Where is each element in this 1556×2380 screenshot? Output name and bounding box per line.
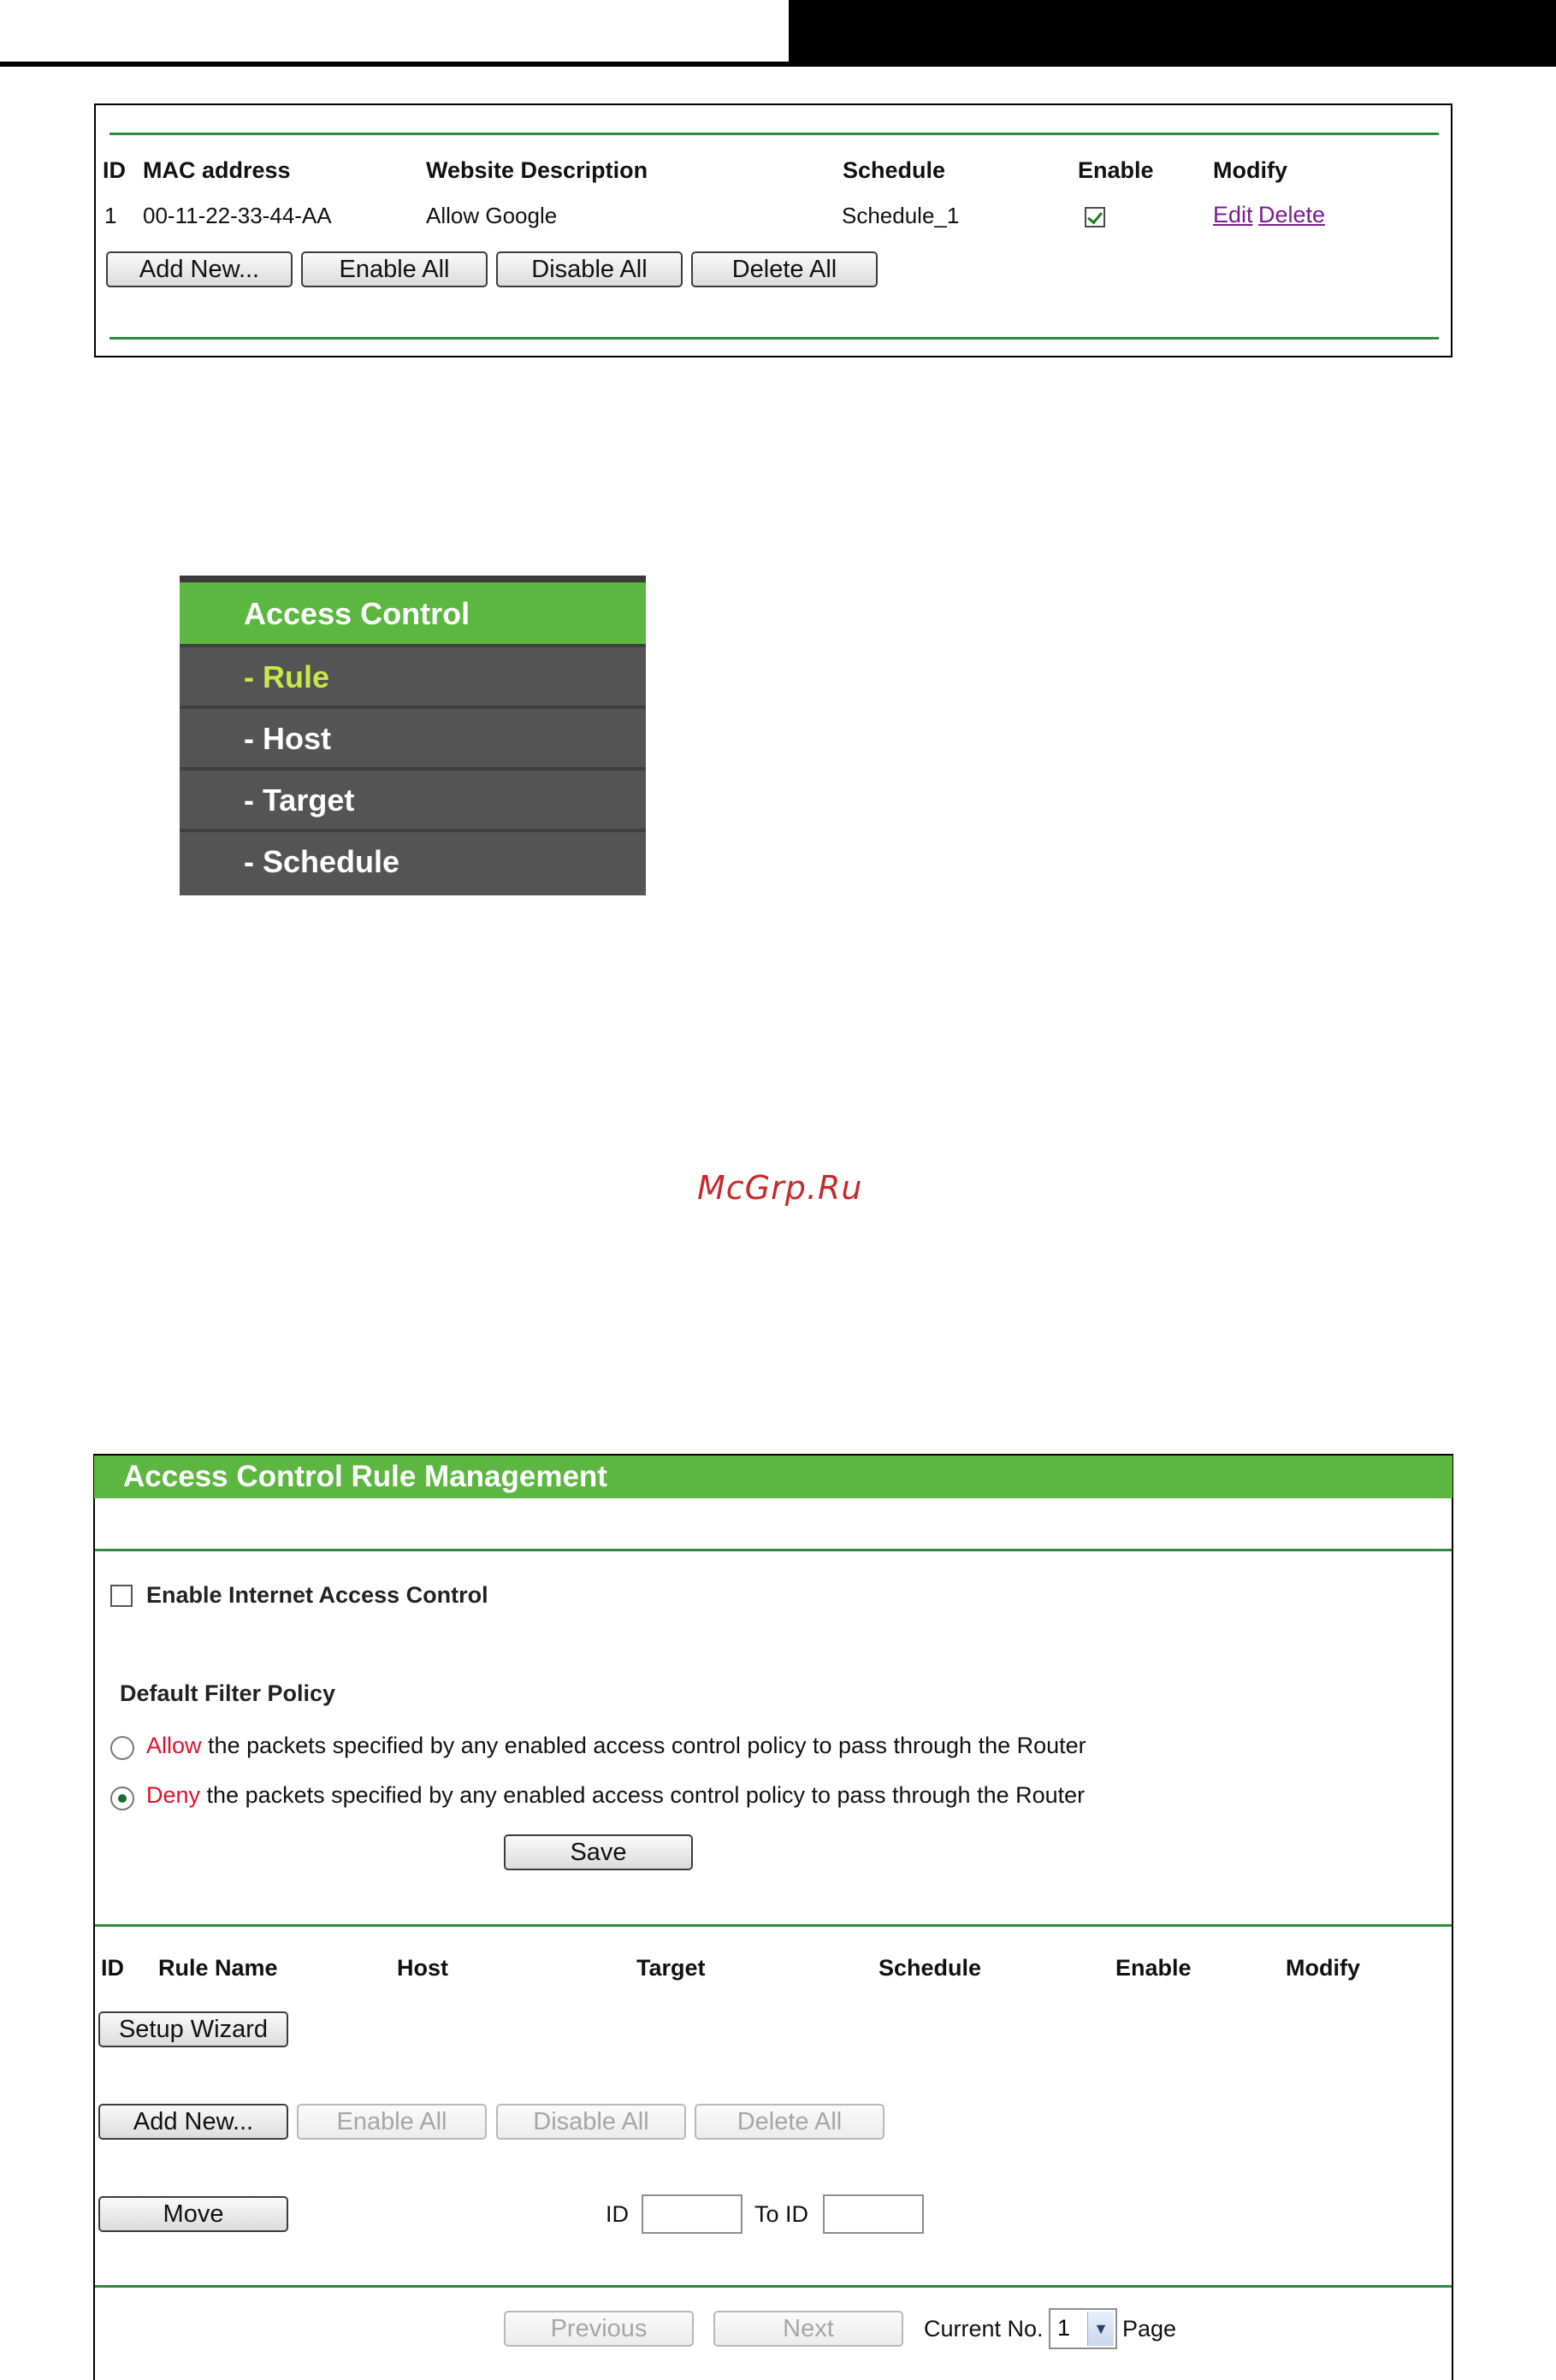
col-header-enable: Enable	[1078, 157, 1154, 183]
page-label: Page	[1122, 2316, 1177, 2342]
col-header-target: Target	[636, 1955, 706, 1981]
row-description: Allow Google	[426, 203, 558, 228]
menu-item-host[interactable]: - Host	[180, 706, 646, 767]
header-rule	[0, 62, 1556, 67]
disable-all-button[interactable]: Disable All	[496, 251, 683, 287]
menu-header[interactable]: Access Control	[180, 582, 646, 644]
deny-keyword: Deny	[146, 1782, 201, 1808]
menu-top-edge	[180, 576, 646, 582]
save-button[interactable]: Save	[504, 1834, 693, 1870]
col-header-host: Host	[397, 1955, 448, 1981]
edit-link[interactable]: Edit	[1213, 202, 1253, 228]
previous-button[interactable]: Previous	[504, 2311, 694, 2347]
menu-item-target-label: - Target	[244, 783, 355, 818]
menu-item-schedule-label: - Schedule	[244, 844, 400, 879]
menu-header-label: Access Control	[244, 596, 470, 631]
checkmark-icon	[1087, 208, 1103, 225]
enable-all-button[interactable]: Enable All	[301, 251, 488, 287]
move-to-id-label: To ID	[754, 2201, 809, 2227]
allow-keyword: Allow	[146, 1733, 202, 1758]
divider-top	[109, 133, 1439, 135]
next-button[interactable]: Next	[713, 2311, 903, 2347]
row-schedule: Schedule_1	[842, 203, 960, 228]
deny-policy-text: Deny the packets specified by any enable…	[146, 1782, 1085, 1809]
menu-item-host-label: - Host	[244, 721, 331, 756]
menu-item-rule[interactable]: - Rule	[180, 644, 646, 706]
menu-item-target[interactable]: - Target	[180, 767, 646, 829]
chevron-down-icon: ▼	[1087, 2312, 1114, 2346]
page-select-value: 1	[1057, 2315, 1071, 2341]
rule-management-titlebar: Access Control Rule Management	[94, 1456, 1452, 1498]
move-id-input[interactable]	[642, 2194, 743, 2234]
enable-access-control-checkbox[interactable]	[110, 1585, 133, 1607]
col-header-schedule: Schedule	[843, 157, 946, 183]
menu-item-rule-label: - Rule	[244, 659, 330, 694]
add-new-button[interactable]: Add New...	[106, 251, 293, 287]
move-button[interactable]: Move	[98, 2196, 288, 2232]
default-policy-heading: Default Filter Policy	[120, 1680, 336, 1706]
divider-1	[95, 1549, 1452, 1551]
setup-wizard-button[interactable]: Setup Wizard	[98, 2011, 288, 2047]
page-select[interactable]: 1 ▼	[1049, 2308, 1117, 2349]
delete-all-button[interactable]: Delete All	[691, 251, 878, 287]
col-header-modify: Modify	[1213, 157, 1287, 183]
col-header-modify: Modify	[1286, 1955, 1360, 1981]
access-control-menu: Access Control - Rule - Host - Target - …	[180, 576, 646, 895]
radio-selected-dot	[118, 1794, 127, 1803]
page-title: Access Control Rule Management	[123, 1460, 607, 1493]
deny-radio[interactable]	[110, 1786, 134, 1810]
row-mac: 00-11-22-33-44-AA	[143, 203, 332, 228]
allow-description: the packets specified by any enabled acc…	[208, 1733, 1086, 1758]
current-no-label: Current No.	[924, 2316, 1044, 2342]
col-header-id: ID	[101, 1955, 124, 1981]
add-new-button[interactable]: Add New...	[98, 2104, 288, 2140]
divider-bottom	[109, 337, 1439, 340]
move-to-id-input[interactable]	[823, 2194, 924, 2234]
row-enable-checkbox[interactable]	[1085, 207, 1105, 227]
col-header-rule-name: Rule Name	[158, 1955, 278, 1981]
move-id-label: ID	[606, 2201, 629, 2227]
allow-radio[interactable]	[110, 1736, 134, 1760]
col-header-enable: Enable	[1115, 1955, 1192, 1981]
row-id: 1	[104, 203, 117, 228]
enable-all-button[interactable]: Enable All	[297, 2104, 487, 2140]
col-header-description: Website Description	[426, 157, 648, 183]
allow-policy-text: Allow the packets specified by any enabl…	[146, 1733, 1086, 1759]
delete-all-button[interactable]: Delete All	[695, 2104, 884, 2140]
deny-description: the packets specified by any enabled acc…	[206, 1782, 1086, 1808]
col-header-id: ID	[103, 157, 126, 183]
divider-2	[95, 1924, 1452, 1927]
delete-link[interactable]: Delete	[1258, 202, 1325, 228]
disable-all-button[interactable]: Disable All	[496, 2104, 686, 2140]
divider-3	[95, 2285, 1452, 2288]
header-black-bar	[789, 0, 1556, 62]
rule-list-panel: ID MAC address Website Description Sched…	[94, 103, 1452, 357]
menu-item-schedule[interactable]: - Schedule	[180, 829, 646, 895]
col-header-schedule: Schedule	[879, 1955, 982, 1981]
watermark: McGrp.Ru	[697, 1169, 863, 1207]
enable-access-control-label: Enable Internet Access Control	[146, 1582, 488, 1608]
col-header-mac: MAC address	[143, 157, 291, 183]
